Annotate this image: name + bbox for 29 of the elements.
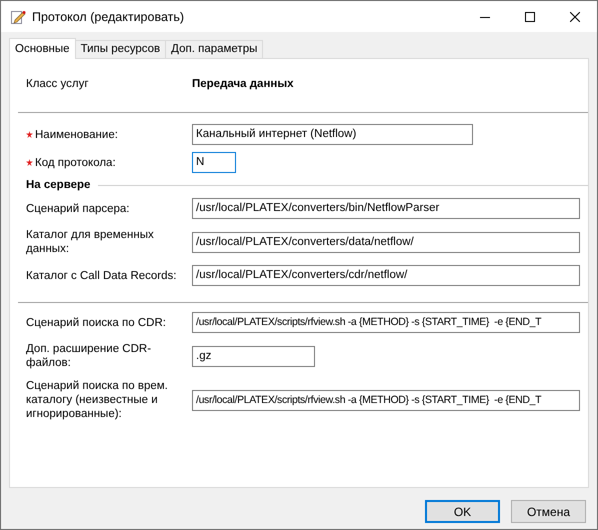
input-field[interactable]: N xyxy=(192,152,236,173)
window-title: Протокол (редактировать) xyxy=(32,10,186,24)
field-label: Каталог для временных данных: xyxy=(26,228,155,256)
input-field[interactable]: /usr/local/PLATEX/converters/cdr/netflow/ xyxy=(192,265,580,286)
field-label: Сценарий поиска по CDR: xyxy=(26,316,167,330)
tab[interactable]: Основные xyxy=(9,38,76,59)
field-label: Класс услуг xyxy=(26,76,90,90)
field-label: Наименование: xyxy=(35,128,119,142)
ok-button[interactable]: OK xyxy=(425,500,500,523)
section-title: На сервере xyxy=(26,179,90,191)
field-label: Сценарий парсера: xyxy=(26,202,130,216)
input-field[interactable]: /usr/local/PLATEX/scripts/rfview.sh -a {METHOD} -s {START_TIME} -e {END_T xyxy=(192,312,580,333)
field-label: Сценарий поиска по врем. каталогу (неизвестные и игнорированные): xyxy=(26,379,169,421)
input-field[interactable]: /usr/local/PLATEX/converters/data/netflow/ xyxy=(192,232,580,252)
field-label: Доп. расширение CDR-файлов: xyxy=(26,342,152,370)
maximize-icon xyxy=(524,12,534,22)
required-icon xyxy=(26,131,33,138)
tab[interactable]: Доп. параметры xyxy=(165,40,264,58)
input-field[interactable]: /usr/local/PLATEX/converters/bin/NetflowParser xyxy=(192,198,580,219)
input-field[interactable]: .gz xyxy=(192,346,315,366)
cancel-button[interactable]: Отмена xyxy=(511,500,586,523)
field-label: Код протокола: xyxy=(35,156,117,170)
edit-document-icon xyxy=(10,8,26,24)
required-icon xyxy=(26,159,33,166)
input-field[interactable]: /usr/local/PLATEX/scripts/rfview.sh -a {METHOD} -s {START_TIME} -e {END_T xyxy=(192,390,580,410)
field-label: Каталог с Call Data Records: xyxy=(26,268,178,282)
input-field[interactable]: Канальный интернет (Netflow) xyxy=(192,124,473,145)
field-value: Передача данных xyxy=(192,78,294,90)
close-icon xyxy=(570,12,580,22)
